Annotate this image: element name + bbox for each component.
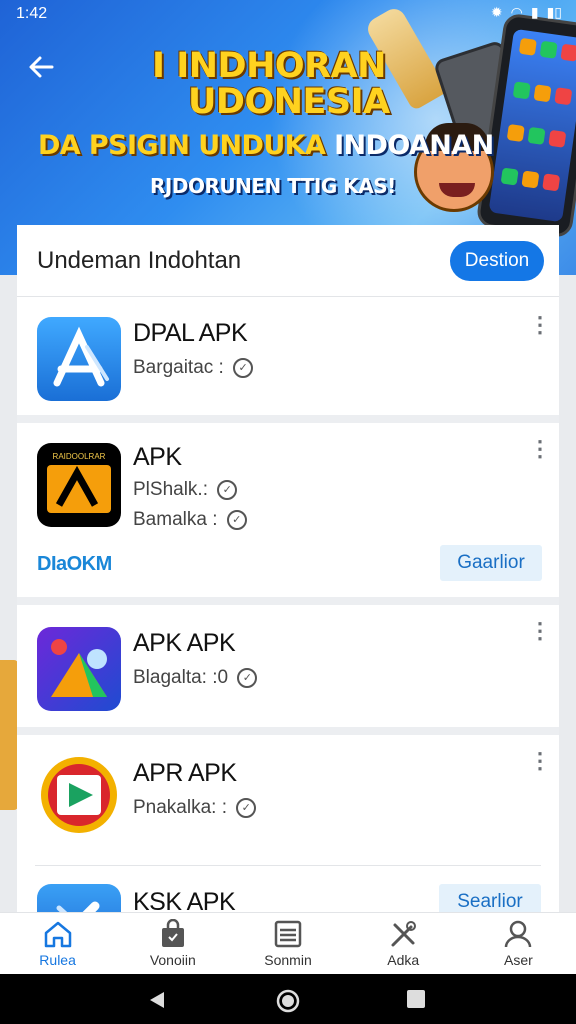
wifi-icon: ◠ (510, 4, 523, 20)
card-title: Undeman Indohtan (37, 247, 242, 274)
bottom-navigation: Rulea Vonoiin Sonmin Adka Aser (0, 912, 576, 974)
details-link[interactable]: DIaOKM (37, 553, 112, 576)
verified-icon: ✓ (237, 667, 258, 688)
more-options-icon[interactable]: ⋮ (529, 314, 551, 347)
nav-tab-tools[interactable]: Adka (346, 913, 461, 974)
list-icon (271, 919, 305, 949)
battery-icon: ▮▯ (546, 4, 562, 20)
tools-icon (386, 919, 420, 949)
app-name: KSK APK (133, 888, 236, 915)
arrow-left-icon (29, 56, 54, 78)
app-name: APR APK (133, 759, 237, 787)
app-name: APK (133, 443, 182, 471)
status-icons: ✹ ◠ ▮ ▮▯ (491, 4, 562, 21)
status-time: 1:42 (16, 5, 48, 22)
list-item[interactable]: KSK APK Searlior (35, 865, 541, 915)
app-meta: Pnakalka: : ✓ (133, 797, 257, 819)
play-store-icon (37, 753, 121, 837)
more-options-icon[interactable]: ⋮ (529, 750, 551, 783)
app-store-icon (37, 317, 121, 401)
banner-line-2: UDONESIA (188, 82, 390, 122)
settings-icon: ✹ (490, 4, 503, 20)
nav-tab-downloads[interactable]: Vonoiin (115, 913, 230, 974)
bag-icon (156, 918, 190, 949)
app-meta-text: PlShalk.: (133, 479, 208, 500)
banner-line-1: I INDHORAN (152, 46, 386, 86)
home-icon (41, 919, 75, 949)
signal-icon: ▮ (530, 4, 539, 20)
system-recents-icon[interactable] (406, 989, 426, 1015)
app-meta-text: Bamalka : (133, 509, 218, 530)
app-name: APK APK (133, 629, 236, 657)
tools-app-icon (37, 884, 121, 915)
app-meta: Blagalta: :0 ✓ (133, 667, 258, 689)
verified-icon: ✓ (236, 797, 257, 818)
nav-tab-account[interactable]: Aser (461, 913, 576, 974)
app-meta-text: Pnakalka: : (133, 797, 227, 818)
list-item[interactable]: DPAL APK Bargaitac : ✓ ⋮ (17, 297, 559, 423)
verified-icon: ✓ (226, 509, 247, 530)
nav-tab-home[interactable]: Rulea (0, 913, 115, 974)
nav-tab-list[interactable]: Sonmin (230, 913, 345, 974)
system-navigation-bar (0, 974, 576, 1024)
verified-icon: ✓ (217, 479, 238, 500)
banner-headline: I INDHORAN UDONESIA (152, 48, 390, 120)
status-bar: 1:42 ✹ ◠ ▮ ▮▯ (0, 0, 576, 28)
more-options-icon[interactable]: ⋮ (529, 438, 551, 471)
card-header: Undeman Indohtan Destion (17, 225, 559, 297)
app-icon-label: RAIDOOLRAR (53, 452, 106, 461)
banner-line-3-white: INDOANAN (334, 130, 494, 161)
banner-tagline: RJDORUNEN TTIG KAS! (150, 174, 396, 198)
back-button[interactable] (26, 52, 60, 86)
app-icon: RAIDOOLRAR (37, 443, 121, 527)
app-name: DPAL APK (133, 319, 248, 347)
download-button[interactable]: Gaarlior (440, 545, 542, 581)
more-options-icon[interactable]: ⋮ (529, 620, 551, 653)
app-meta-2: Bamalka : ✓ (133, 509, 247, 531)
app-list-card: Undeman Indohtan Destion DPAL APK Bargai… (17, 225, 559, 915)
download-button[interactable]: Searlior (439, 884, 541, 915)
app-meta-text: Blagalta: :0 (133, 667, 229, 688)
nav-label: Vonoiin (149, 952, 196, 968)
banner-line-3-yellow: DA PSIGIN UNDUKA (38, 130, 326, 161)
header-action-button[interactable]: Destion (450, 241, 544, 281)
app-meta: PlShalk.: ✓ (133, 479, 238, 501)
verified-icon: ✓ (233, 357, 254, 378)
list-item[interactable]: RAIDOOLRAR APK PlShalk.: ✓ Bamalka : ✓ ⋮… (17, 423, 559, 605)
background-edge (0, 660, 18, 810)
user-icon (501, 919, 535, 949)
app-meta-text: Bargaitac : (133, 357, 224, 378)
banner-subheadline: DA PSIGIN UNDUKA INDOANAN (38, 130, 494, 161)
nav-label: Rulea (39, 952, 76, 968)
nav-label: Adka (387, 952, 420, 968)
system-home-icon[interactable] (276, 989, 300, 1019)
nav-label: Aser (504, 952, 533, 968)
app-meta: Bargaitac : ✓ (133, 357, 254, 379)
system-back-icon[interactable] (146, 989, 168, 1017)
nav-label: Sonmin (264, 952, 312, 968)
app-icon (37, 627, 121, 711)
list-item[interactable]: APK APK Blagalta: :0 ✓ ⋮ (17, 605, 559, 735)
list-item[interactable]: APR APK Pnakalka: : ✓ ⋮ (17, 735, 559, 865)
